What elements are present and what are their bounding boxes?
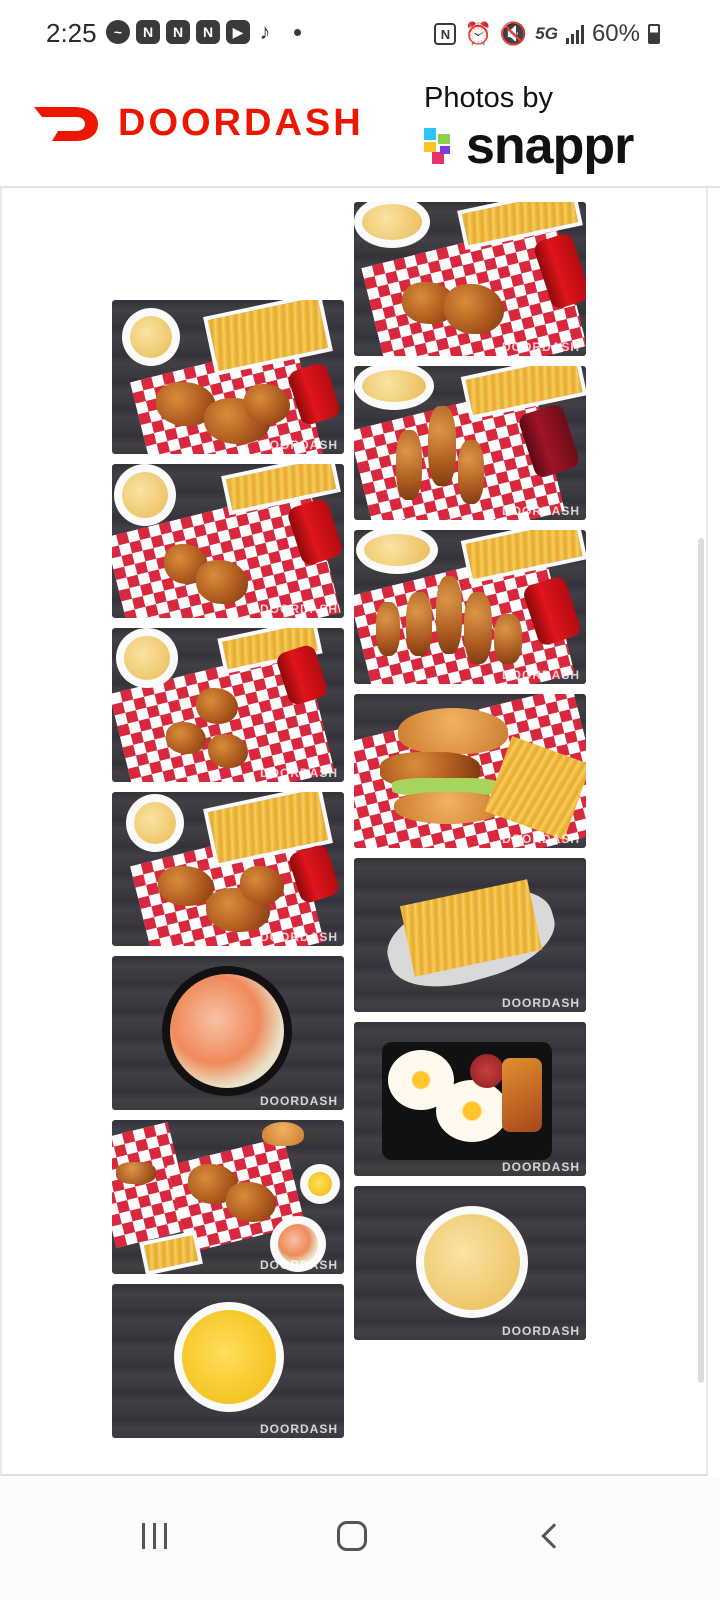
doordash-watermark: DOORDASH: [259, 1422, 338, 1436]
doordash-watermark: DOORDASH: [259, 438, 338, 452]
snappr-mark-icon: [424, 128, 450, 164]
doordash-logo: DOORDASH: [32, 102, 364, 145]
breakfast-plate-photo[interactable]: DOORDASH: [354, 1022, 586, 1176]
back-icon: [541, 1523, 567, 1549]
home-icon: [337, 1521, 367, 1551]
chicken-pieces-combo-photo[interactable]: DOORDASH: [112, 628, 344, 782]
doordash-watermark: DOORDASH: [501, 832, 580, 846]
doordash-watermark: DOORDASH: [501, 1160, 580, 1174]
doordash-mark-icon: [34, 106, 98, 141]
home-button[interactable]: [322, 1506, 382, 1566]
doordash-watermark: DOORDASH: [259, 766, 338, 780]
doordash-watermark: DOORDASH: [259, 930, 338, 944]
salad-bowl-photo[interactable]: DOORDASH: [112, 956, 344, 1110]
status-time: 2:25: [46, 18, 97, 48]
battery-icon: [648, 24, 660, 44]
nfc-icon: N: [434, 23, 457, 45]
recents-button[interactable]: [124, 1506, 184, 1566]
tiktok-icon: ♪: [259, 19, 271, 44]
tostones-bowl-photo[interactable]: DOORDASH: [112, 1284, 344, 1438]
photo-gallery[interactable]: DOORDASH DOORDASH DOORDASH DOORDASH DOOR…: [0, 188, 708, 1476]
dot-icon: [294, 28, 301, 36]
signal-icon: [565, 24, 584, 44]
doordash-wordmark: DOORDASH: [118, 102, 364, 144]
chicken-tenders-coke-photo[interactable]: DOORDASH: [354, 530, 586, 684]
chicken-wings-combo-photo[interactable]: DOORDASH: [112, 792, 344, 946]
chicken-tenders-drpepper-photo[interactable]: DOORDASH: [354, 366, 586, 520]
photos-by-label: Photos by: [424, 82, 553, 114]
chicken-sandwich-photo[interactable]: DOORDASH: [354, 694, 586, 848]
chicken-quarter-combo-photo[interactable]: DOORDASH: [112, 464, 344, 618]
doordash-watermark: DOORDASH: [501, 504, 580, 518]
system-icons: N ⏰ 🔇 5G 60%: [434, 20, 660, 48]
snappr-logo: snappr: [424, 116, 634, 176]
alarm-icon: ⏰: [464, 21, 492, 46]
mute-icon: 🔇: [499, 21, 528, 46]
doordash-watermark: DOORDASH: [259, 602, 338, 616]
doordash-watermark: DOORDASH: [259, 1094, 338, 1108]
app-n-icon: N: [136, 20, 160, 44]
doordash-watermark: DOORDASH: [501, 340, 580, 354]
yuca-fries-bowl-photo[interactable]: DOORDASH: [354, 1186, 586, 1340]
doordash-watermark: DOORDASH: [501, 996, 580, 1010]
recents-icon-bar: [163, 1523, 167, 1549]
header-banner: DOORDASH Photos by snappr: [0, 68, 720, 188]
status-bar: 2:25 ~ N N N ▶ ♪ N ⏰ 🔇 5G 60%: [0, 0, 720, 68]
notification-icons: ~ N N N ▶ ♪: [106, 19, 301, 44]
family-platter-photo[interactable]: DOORDASH: [112, 1120, 344, 1274]
scrollbar[interactable]: [698, 538, 704, 1383]
doordash-watermark: DOORDASH: [259, 1258, 338, 1272]
fried-chicken-combo-photo[interactable]: DOORDASH: [112, 300, 344, 454]
doordash-watermark: DOORDASH: [501, 668, 580, 682]
snappr-wordmark: snappr: [466, 117, 634, 175]
recents-icon: [141, 1523, 145, 1549]
app-n-icon: N: [166, 20, 190, 44]
battery-percent: 60%: [591, 20, 640, 47]
network-type: 5G: [535, 24, 558, 43]
navigation-bar: [0, 1478, 720, 1600]
youtube-icon: ▶: [226, 20, 250, 44]
messenger-icon: ~: [106, 20, 130, 44]
chicken-drumsticks-combo-photo[interactable]: DOORDASH: [354, 202, 586, 356]
french-fries-tray-photo[interactable]: DOORDASH: [354, 858, 586, 1012]
back-button[interactable]: [520, 1506, 580, 1566]
doordash-watermark: DOORDASH: [501, 1324, 580, 1338]
recents-icon-bar: [152, 1523, 156, 1549]
app-n-icon: N: [196, 20, 220, 44]
